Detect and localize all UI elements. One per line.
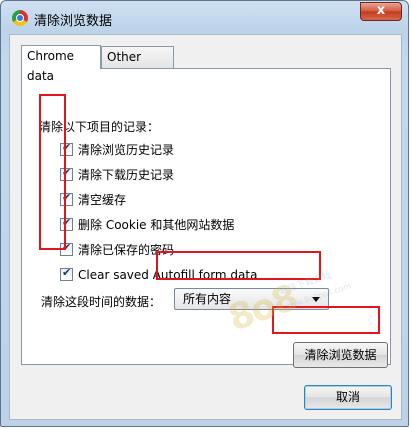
tab-other-data[interactable]: Other data: [101, 46, 174, 84]
checkbox-label: 删除 Cookie 和其他网站数据: [78, 218, 235, 232]
highlight-checkboxes: [39, 94, 66, 250]
checkbox-label: 清空缓存: [78, 193, 127, 207]
checkbox-label: 清除下载历史记录: [78, 168, 175, 182]
chevron-down-icon: [312, 297, 320, 302]
clear-browsing-data-button[interactable]: 清除浏览数据: [293, 342, 388, 368]
checkbox-label: 清除浏览历史记录: [78, 143, 175, 157]
dialog-body: Chrome data Other data 清除以下项目的记录： 清除浏览历史…: [9, 34, 402, 420]
dialog-title: 清除浏览数据: [34, 14, 113, 29]
time-range-value: 所有内容: [183, 292, 232, 306]
title-bar[interactable]: 清除浏览数据 x: [1, 1, 408, 35]
chrome-icon: [12, 10, 28, 26]
close-button[interactable]: x: [360, 2, 402, 21]
cancel-button[interactable]: 取消: [304, 385, 392, 410]
highlight-time-range: [156, 251, 321, 280]
tab-chrome-data[interactable]: Chrome data: [21, 45, 101, 83]
highlight-clear-button: [272, 306, 380, 334]
time-range-label: 清除这段时间的数据：: [41, 295, 162, 309]
checkbox-autofill-data[interactable]: [60, 266, 73, 281]
